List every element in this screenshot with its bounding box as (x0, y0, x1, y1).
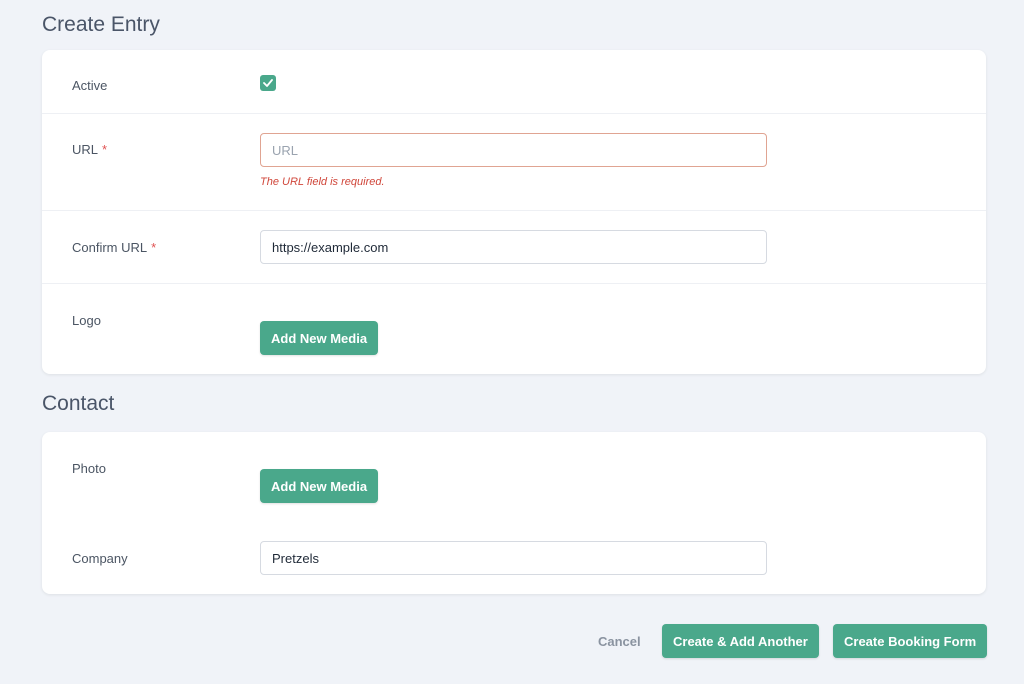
contact-title: Contact (42, 392, 115, 415)
create-button[interactable]: Create Booking Form (833, 624, 988, 658)
confirm-url-row: Confirm URL * (42, 211, 986, 284)
confirm-url-input[interactable] (260, 230, 767, 264)
url-label-text: URL (72, 142, 99, 157)
photo-row: Photo Add New Media (42, 432, 986, 522)
active-row: Active (42, 50, 986, 114)
url-row: URL* The URL field is required. (42, 114, 986, 211)
active-checkbox[interactable] (260, 75, 276, 91)
confirm-url-label-text: Confirm URL (72, 240, 148, 255)
required-mark: * (151, 240, 157, 255)
logo-label: Logo (72, 313, 101, 328)
page-title: Create Entry (42, 13, 160, 36)
check-icon (263, 79, 273, 87)
url-input[interactable] (260, 133, 767, 167)
url-label: URL * (72, 142, 107, 157)
photo-label: Photo (72, 461, 106, 476)
contact-card: Photo Add New Media Company (42, 432, 986, 594)
url-error-message: The URL field is required. (260, 176, 385, 188)
required-mark: * (102, 142, 108, 157)
company-row: Company (42, 522, 986, 594)
company-label: Company (72, 551, 128, 566)
active-label: Active (72, 78, 108, 93)
cancel-button[interactable]: Cancel (598, 634, 641, 649)
company-input[interactable] (260, 541, 767, 575)
photo-add-media-button[interactable]: Add New Media (260, 469, 379, 503)
entry-card: Active URL* The URL field is required. C… (42, 50, 986, 374)
create-and-add-another-button[interactable]: Create & Add Another (662, 624, 819, 658)
confirm-url-label: Confirm URL * (72, 240, 156, 255)
logo-add-media-button[interactable]: Add New Media (260, 321, 379, 355)
logo-row: Logo Add New Media (42, 284, 986, 374)
